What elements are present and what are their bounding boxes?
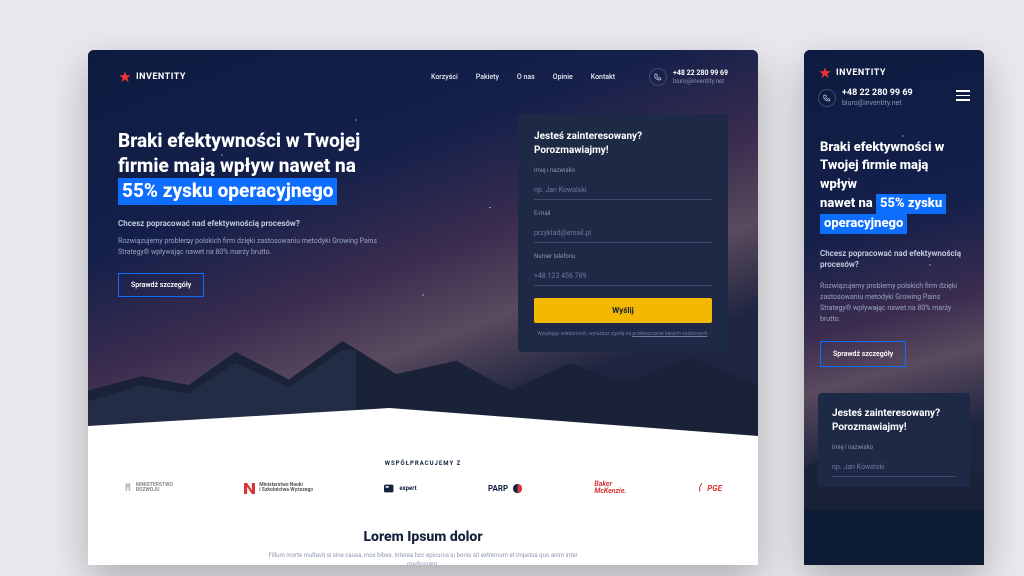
logo-text: INVENTITY — [136, 72, 186, 82]
main-nav: Korzyści Pakiety O nas Opinie Kontakt — [431, 73, 615, 81]
partners-section: WSPÓŁPRACUJEMY Z MINISTERSTWOROZWOJU Min… — [88, 408, 758, 565]
form-disclaimer: Wysyłając wiadomość, wyrażasz zgodę na p… — [534, 331, 712, 338]
mobile-mockup: INVENTITY +48 22 280 99 69 biuro@inventi… — [804, 50, 984, 565]
nav-pakiety[interactable]: Pakiety — [476, 73, 499, 81]
disclaimer-text: Wysyłając wiadomość, wyrażasz zgodę na — [537, 331, 632, 337]
partner-ministerstwo-nauki: Ministerstwo Naukii Szkolnictwa Wyższego — [244, 483, 313, 494]
nav-onas[interactable]: O nas — [517, 73, 535, 81]
hero-section: Braki efektywności w Twojej firmie mają … — [88, 104, 758, 382]
phone-input[interactable] — [534, 269, 712, 286]
form-title-line2: Porozmawiajmy! — [534, 145, 609, 156]
mobile-header: INVENTITY +48 22 280 99 69 biuro@inventi… — [804, 50, 984, 113]
mobile-hero: Braki efektywności w Twojej firmie mają … — [804, 113, 984, 367]
name-input[interactable] — [534, 183, 712, 200]
partner-expert: expert — [384, 483, 416, 494]
lorem-body: Fillum morte multavit si sine causa, mox… — [263, 551, 583, 565]
hero-cta-button[interactable]: Sprawdź szczegóły — [118, 273, 204, 297]
mobile-hero-body: Rozwiązujemy problemy polskich firm dzię… — [820, 281, 968, 326]
nav-kontakt[interactable]: Kontakt — [591, 73, 615, 81]
mobile-phone[interactable]: +48 22 280 99 69 — [842, 88, 913, 99]
phone-icon — [818, 89, 836, 107]
name-label: Imię i nazwisko — [534, 167, 712, 174]
desktop-mockup: INVENTITY Korzyści Pakiety O nas Opinie … — [88, 50, 758, 565]
hamburger-menu-icon[interactable] — [956, 90, 970, 101]
logo-star-icon — [118, 70, 132, 84]
phone-label: Numer telefonu — [534, 253, 712, 260]
mobile-name-label: Imię i nazwisko — [832, 444, 956, 451]
hero-copy: Braki efektywności w Twojej firmie mają … — [118, 124, 492, 362]
header-contact: +48 22 280 99 69 biuro@inventity.net — [649, 68, 728, 86]
mobile-hero-sub: Chcesz popracować nad efektywnością proc… — [820, 248, 968, 270]
lorem-section: Lorem Ipsum dolor Fillum morte multavit … — [118, 529, 728, 565]
email-label: E-mail — [534, 210, 712, 217]
submit-button[interactable]: Wyślij — [534, 298, 712, 323]
email-input[interactable] — [534, 226, 712, 243]
partner-baker-mckenzie: BakerMcKenzie. — [594, 481, 626, 495]
hero-title: Braki efektywności w Twojej firmie mają … — [118, 129, 492, 205]
logo-star-icon — [818, 66, 832, 80]
header: INVENTITY Korzyści Pakiety O nas Opinie … — [88, 50, 758, 104]
partner-parp: PARP — [488, 483, 523, 494]
hero-body: Rozwiązujemy problemy polskich firm dzię… — [118, 236, 378, 257]
mobile-form-card: Jesteś zainteresowany? Porozmawiajmy! Im… — [818, 393, 970, 487]
nav-opinie[interactable]: Opinie — [553, 73, 573, 81]
mobile-highlight-1: 55% zysku — [876, 194, 946, 214]
mobile-logo[interactable]: INVENTITY — [818, 66, 970, 80]
partner-logos-row: MINISTERSTWOROZWOJU Ministerstwo Naukii … — [118, 481, 728, 495]
partner-pge: ⟨PGE — [698, 483, 722, 493]
nav-korzysci[interactable]: Korzyści — [431, 73, 458, 81]
logo[interactable]: INVENTITY — [118, 70, 186, 84]
lorem-title: Lorem Ipsum dolor — [118, 529, 728, 545]
phone-icon — [649, 68, 667, 86]
header-phone[interactable]: +48 22 280 99 69 — [673, 69, 728, 77]
mobile-cta-button[interactable]: Sprawdź szczegóły — [820, 341, 906, 367]
hero-highlight: 55% zysku operacyjnego — [118, 178, 337, 205]
contact-form-card: Jesteś zainteresowany? Porozmawiajmy! Im… — [518, 114, 728, 352]
form-title-line1: Jesteś zainteresowany? — [534, 131, 642, 142]
mobile-name-input[interactable] — [832, 460, 956, 477]
header-email[interactable]: biuro@inventity.net — [673, 78, 728, 85]
hero-title-line2: firmie mają wpływ nawet na — [118, 154, 356, 177]
privacy-link[interactable]: przetwarzanie danych osobowych — [632, 331, 707, 337]
mobile-highlight-2: operacyjnego — [820, 214, 907, 234]
hero-title-line1: Braki efektywności w Twojej — [118, 129, 360, 152]
mobile-logo-text: INVENTITY — [836, 68, 886, 78]
collab-heading: WSPÓŁPRACUJEMY Z — [118, 460, 728, 467]
mobile-hero-title: Braki efektywności w Twojej firmie mają … — [820, 139, 968, 234]
mobile-form-title: Jesteś zainteresowany? Porozmawiajmy! — [832, 407, 956, 434]
form-title: Jesteś zainteresowany? Porozmawiajmy! — [534, 130, 712, 157]
mobile-email[interactable]: biuro@inventity.net — [842, 99, 913, 107]
hero-subtitle: Chcesz popracować nad efektywnością proc… — [118, 219, 492, 228]
partner-ministerstwo-rozwoju: MINISTERSTWOROZWOJU — [124, 483, 173, 494]
